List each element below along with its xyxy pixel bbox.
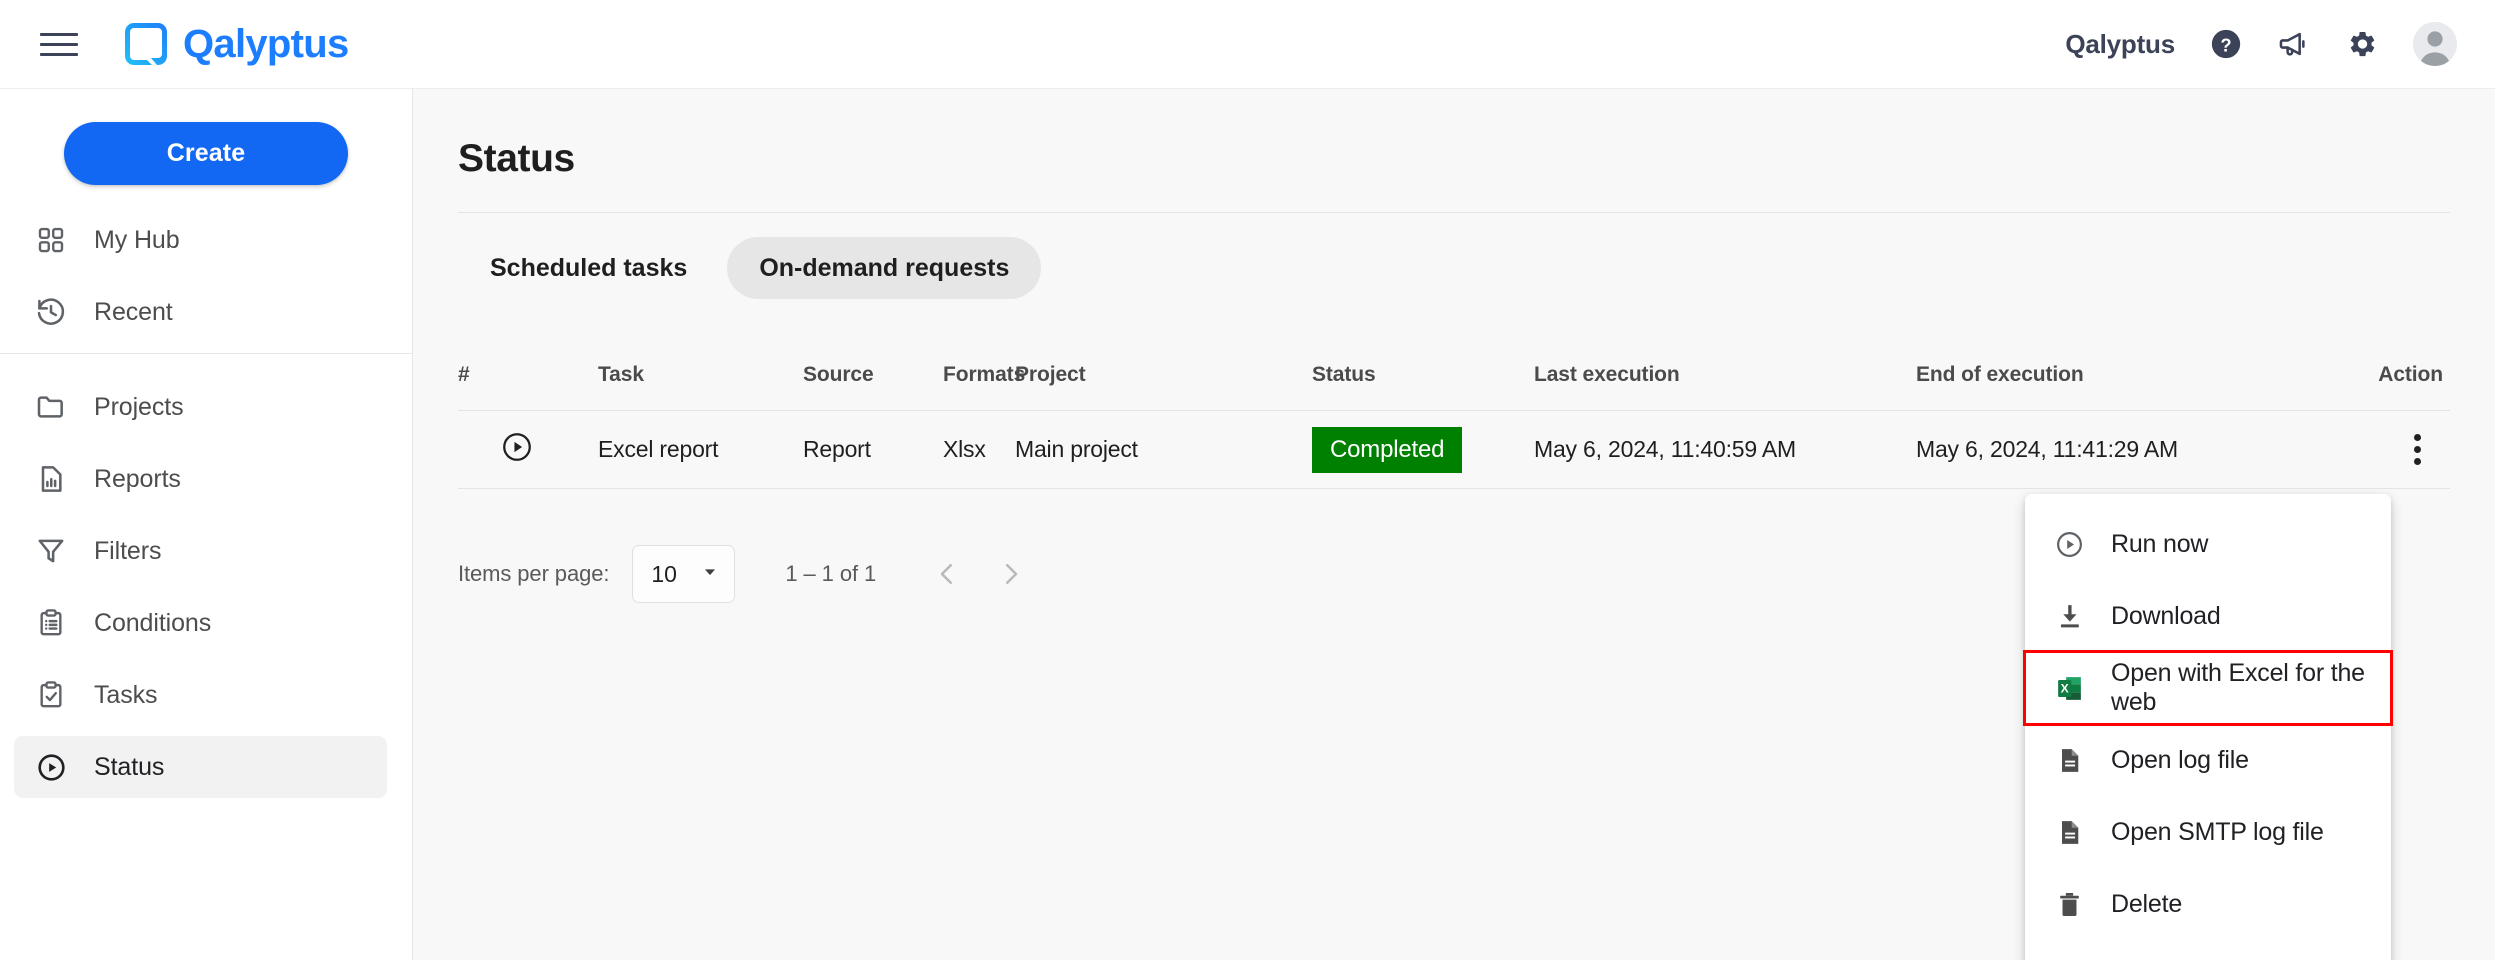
svg-text:X: X [2061,681,2069,695]
page-range-label: 1 – 1 of 1 [785,561,876,587]
sidebar-item-tasks[interactable]: Tasks [14,664,387,726]
items-per-page-select[interactable]: 10 [632,545,735,603]
requests-table: # Task Source Formats Project Status Las… [458,339,2450,489]
cell-status: Completed [1312,427,1534,473]
filter-icon [34,534,68,568]
sidebar-item-recent[interactable]: Recent [14,281,387,343]
menu-item-label: Open SMTP log file [2111,818,2324,847]
brand-logo[interactable]: Qalyptus [122,20,349,68]
clipboard-list-icon [34,606,68,640]
column-header-task: Task [598,363,803,387]
top-header: Qalyptus Qalyptus ? [0,0,2495,88]
sidebar-item-label: My Hub [94,226,180,255]
items-per-page-label: Items per page: [458,561,609,587]
history-icon [34,295,68,329]
sidebar-item-reports[interactable]: Reports [14,448,387,510]
grid-icon [34,223,68,257]
sidebar-group-primary: My Hub Recent [0,209,412,343]
chevron-right-icon[interactable] [985,548,1037,600]
page-title: Status [458,137,2495,181]
status-badge: Completed [1312,427,1462,473]
trash-icon [2053,888,2086,921]
user-avatar[interactable] [2413,22,2457,66]
tab-on-demand-requests[interactable]: On-demand requests [727,237,1041,299]
cell-project: Main project [1015,436,1312,463]
menu-item-label: Delete [2111,890,2182,919]
menu-item-label: Run now [2111,530,2208,559]
sidebar: Create My Hub [0,88,413,960]
app-root: Qalyptus Qalyptus ? [0,0,2495,960]
column-header-formats: Formats [943,363,1015,387]
sidebar-item-label: Filters [94,537,161,566]
menu-item-open-log-file[interactable]: Open log file [2025,724,2391,796]
download-icon [2053,600,2086,633]
sidebar-item-label: Projects [94,393,184,422]
column-header-source: Source [803,363,943,387]
column-header-end-of-execution: End of execution [1916,363,2298,387]
excel-icon: X [2053,672,2086,705]
row-action-menu: Run now Download X Open wi [2025,494,2391,960]
sidebar-item-label: Recent [94,298,173,327]
sidebar-item-label: Conditions [94,609,211,638]
sidebar-group-secondary: Projects Reports Filters [0,353,412,798]
document-icon [2053,816,2086,849]
tenant-name: Qalyptus [2065,29,2175,60]
menu-item-open-smtp-log-file[interactable]: Open SMTP log file [2025,796,2391,868]
items-per-page-value: 10 [651,561,677,588]
cell-end-of-execution: May 6, 2024, 11:41:29 AM [1916,436,2298,463]
menu-item-open-with-excel-for-the-web[interactable]: X Open with Excel for the web [2025,652,2391,724]
column-header-project: Project [1015,363,1312,387]
cell-last-execution: May 6, 2024, 11:40:59 AM [1534,436,1916,463]
menu-item-download[interactable]: Download [2025,580,2391,652]
sidebar-item-filters[interactable]: Filters [14,520,387,582]
create-button[interactable]: Create [64,122,348,185]
cell-action [2298,424,2443,476]
column-header-status: Status [1312,363,1534,387]
column-header-action: Action [2298,363,2443,387]
menu-item-label: Open with Excel for the web [2111,659,2391,717]
svg-text:?: ? [2220,34,2231,55]
sidebar-item-label: Status [94,753,164,782]
menu-item-run-now[interactable]: Run now [2025,508,2391,580]
tab-bar: Scheduled tasks On-demand requests [458,237,2495,299]
title-divider [458,212,2450,213]
cell-task: Excel report [598,436,803,463]
column-header-number: # [458,363,598,387]
row-run-icon-cell [458,430,598,470]
hamburger-icon[interactable] [40,29,78,59]
play-circle-icon[interactable] [500,443,534,469]
document-icon [2053,744,2086,777]
folder-icon [34,390,68,424]
menu-item-label: Download [2111,602,2221,631]
chevron-left-icon[interactable] [921,548,973,600]
kebab-menu-icon[interactable] [2391,424,2443,476]
header-actions: Qalyptus ? [2065,22,2457,66]
sidebar-item-conditions[interactable]: Conditions [14,592,387,654]
tab-scheduled-tasks[interactable]: Scheduled tasks [458,237,719,299]
sidebar-item-label: Tasks [94,681,157,710]
column-header-last-execution: Last execution [1534,363,1916,387]
megaphone-icon[interactable] [2277,27,2311,61]
report-file-icon [34,462,68,496]
qalyptus-logo-icon [122,20,170,68]
play-circle-icon [34,750,68,784]
sidebar-item-label: Reports [94,465,181,494]
table-row: Excel report Report Xlsx Main project Co… [458,411,2450,489]
menu-item-delete[interactable]: Delete [2025,868,2391,940]
table-header-row: # Task Source Formats Project Status Las… [458,339,2450,411]
sidebar-item-my-hub[interactable]: My Hub [14,209,387,271]
clipboard-check-icon [34,678,68,712]
sidebar-item-projects[interactable]: Projects [14,376,387,438]
menu-item-label: Open log file [2111,746,2249,775]
cell-source: Report [803,436,943,463]
chevron-down-icon [699,561,721,588]
gear-icon[interactable] [2345,27,2379,61]
brand-name: Qalyptus [183,22,349,67]
play-circle-icon [2053,528,2086,561]
help-circle-icon[interactable]: ? [2209,27,2243,61]
cell-formats: Xlsx [943,436,1015,463]
sidebar-item-status[interactable]: Status [14,736,387,798]
